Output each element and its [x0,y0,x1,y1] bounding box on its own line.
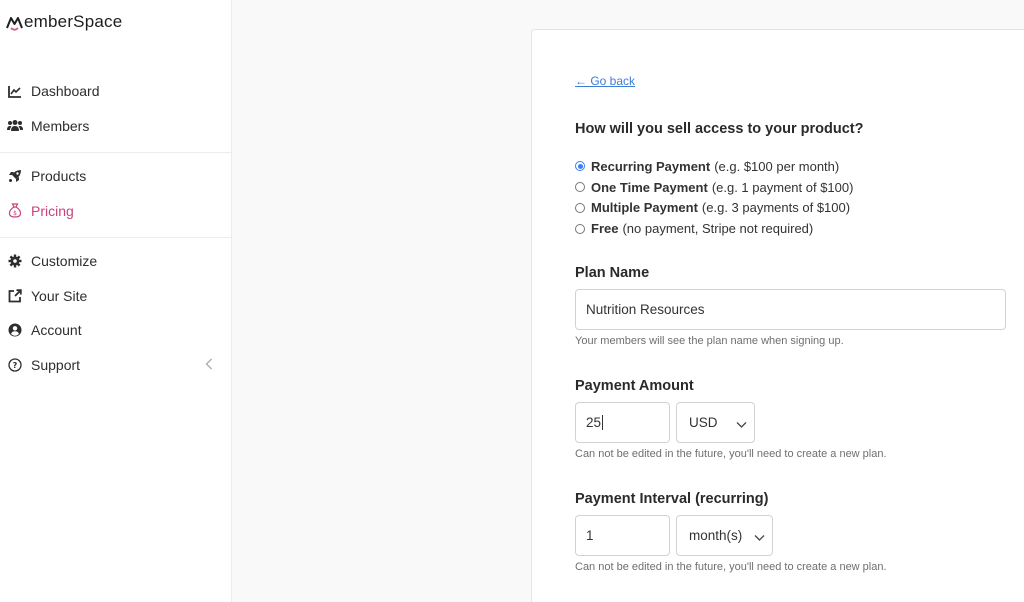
option-title: One Time Payment [591,179,708,195]
sidebar-item-label: Support [31,356,81,373]
plan-name-value: Nutrition Resources [586,302,705,317]
payment-interval-input[interactable]: 1 [575,515,670,556]
payment-amount-help: Can not be edited in the future, you'll … [575,448,887,460]
payment-amount-label: Payment Amount [575,378,694,394]
plan-name-help: Your members will see the plan name when… [575,335,844,347]
chevron-down-icon [736,417,747,428]
payment-type-radio-group: Recurring Payment (e.g. $100 per month) … [575,156,853,239]
radio-button[interactable] [575,223,585,234]
nav-divider [0,237,231,238]
sidebar-item-label: Customize [31,253,98,270]
radio-button[interactable] [575,182,585,193]
brand-name: emberSpace [24,12,123,31]
payment-interval-value: 1 [586,528,594,543]
user-circle-icon [7,322,23,338]
interval-unit-value: month(s) [689,528,743,543]
option-title: Multiple Payment [591,200,698,216]
sidebar-item-products[interactable]: Products [0,159,231,194]
svg-text:?: ? [13,361,18,370]
sidebar-item-dashboard[interactable]: Dashboard [0,74,231,109]
chevron-left-icon[interactable] [205,357,213,373]
sidebar-item-support[interactable]: ? Support [0,348,231,383]
go-back-link[interactable]: ← Go back [575,74,635,88]
external-link-icon [7,288,23,304]
radio-recurring-payment[interactable]: Recurring Payment (e.g. $100 per month) [575,156,853,177]
option-description: (e.g. 3 payments of $100) [701,200,851,216]
plan-name-label: Plan Name [575,265,650,281]
sidebar-item-label: Pricing [31,202,74,219]
nav-group-products: Products $ Pricing [0,159,231,228]
sidebar-item-account[interactable]: Account [0,313,231,348]
radio-button[interactable] [575,202,585,213]
sidebar-item-customize[interactable]: Customize [0,244,231,279]
text-cursor [602,415,604,430]
sidebar-item-your-site[interactable]: Your Site [0,279,231,314]
option-description: (e.g. 1 payment of $100) [711,179,854,195]
option-title: Recurring Payment [591,158,711,174]
payment-interval-help: Can not be edited in the future, you'll … [575,561,887,573]
radio-button[interactable] [575,161,585,172]
sidebar-item-members[interactable]: Members [0,109,231,144]
currency-value: USD [689,415,718,430]
payment-interval-label: Payment Interval (recurring) [575,491,769,507]
nav-group-settings: Customize Your Site Account ? Support [0,244,231,382]
payment-amount-value: 25 [586,415,602,430]
option-title: Free [591,221,619,237]
gear-icon [7,253,23,269]
chart-line-icon [7,83,23,99]
nav-divider [0,152,231,153]
option-description: (no payment, Stripe not required) [622,221,814,237]
radio-multiple-payment[interactable]: Multiple Payment (e.g. 3 payments of $10… [575,198,853,219]
sidebar: emberSpace Dashboard Members Products $ [0,0,232,602]
interval-unit-select[interactable]: month(s) [676,515,773,556]
sidebar-item-label: Dashboard [31,83,100,100]
plan-name-input[interactable]: Nutrition Resources [575,289,1006,330]
option-description: (e.g. $100 per month) [714,158,840,174]
chevron-down-icon [754,530,765,541]
memberspace-logo-icon [6,16,23,31]
currency-select[interactable]: USD [676,402,755,443]
logo[interactable]: emberSpace [6,12,122,32]
payment-amount-input[interactable]: 25 [575,402,670,443]
sidebar-item-label: Account [31,322,82,339]
users-icon [7,118,23,134]
sidebar-item-pricing[interactable]: $ Pricing [0,194,231,229]
question-circle-icon: ? [7,357,23,373]
sidebar-item-label: Your Site [31,287,88,304]
rocket-icon [7,168,23,184]
sidebar-item-label: Products [31,168,87,185]
radio-free[interactable]: Free (no payment, Stripe not required) [575,218,853,239]
nav-group-main: Dashboard Members [0,74,231,143]
money-bag-icon: $ [7,203,23,219]
svg-text:$: $ [13,210,17,217]
access-question-heading: How will you sell access to your product… [575,121,864,137]
sidebar-item-label: Members [31,117,90,134]
radio-one-time-payment[interactable]: One Time Payment (e.g. 1 payment of $100… [575,177,853,198]
